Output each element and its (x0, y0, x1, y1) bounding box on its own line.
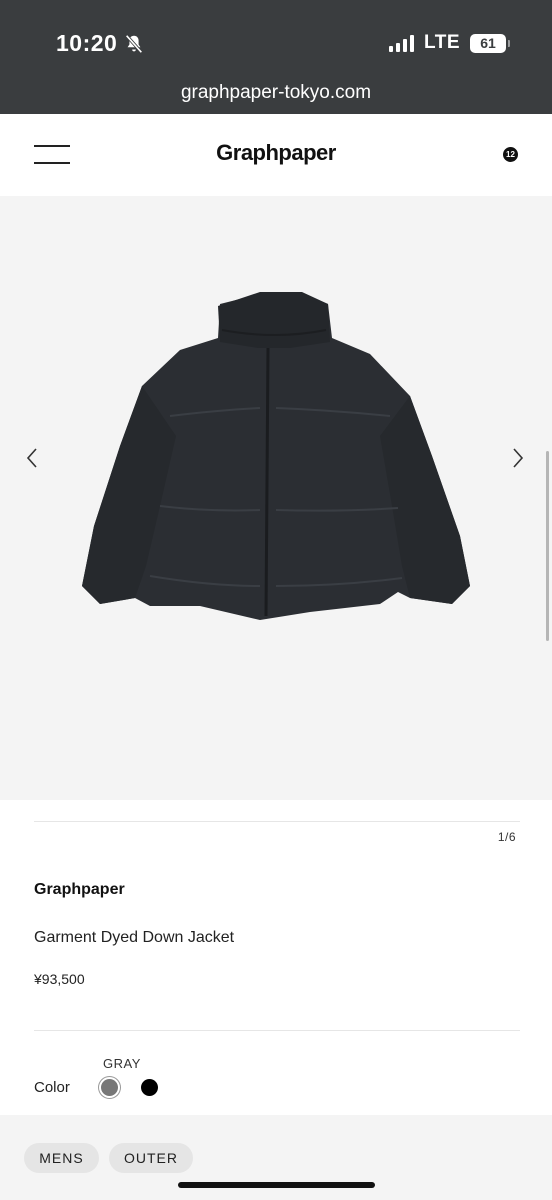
bell-slash-icon (125, 34, 143, 53)
divider (34, 1030, 520, 1031)
battery-icon: 61 (470, 33, 510, 53)
product-name: Garment Dyed Down Jacket (34, 929, 235, 946)
status-time-text: 10:20 (56, 30, 118, 56)
status-time: 10:20 (56, 30, 145, 57)
chevron-right-icon[interactable] (508, 446, 528, 470)
product-brand[interactable]: Graphpaper (34, 881, 125, 899)
selected-color-name: GRAY (103, 1056, 141, 1071)
site-header: Graphpaper 12 (0, 114, 552, 196)
product-image-jacket (82, 292, 470, 620)
product-price: ¥93,500 (34, 971, 85, 987)
network-type: LTE (424, 32, 460, 53)
divider (34, 821, 520, 822)
battery-level: 61 (480, 34, 496, 51)
home-indicator[interactable] (178, 1182, 375, 1188)
tag-mens[interactable]: MENS (24, 1143, 99, 1173)
chevron-left-icon[interactable] (22, 446, 42, 470)
color-swatch-gray[interactable] (101, 1079, 118, 1096)
color-swatch-black[interactable] (141, 1079, 158, 1096)
gallery-counter: 1/6 (497, 830, 516, 844)
signal-icon (389, 34, 415, 52)
cart-count-badge[interactable]: 12 (503, 147, 518, 162)
status-indicators: LTE 61 (389, 32, 510, 54)
address-bar-url[interactable]: graphpaper-tokyo.com (0, 82, 552, 104)
tag-outer[interactable]: OUTER (109, 1143, 193, 1173)
site-logo[interactable]: Graphpaper (0, 140, 552, 166)
product-image-gallery[interactable] (0, 196, 552, 800)
browser-top-bar: 10:20 LTE 61 graphpaper-tokyo.com (0, 0, 552, 114)
page-scrollbar[interactable] (546, 451, 549, 641)
color-label: Color (34, 1079, 70, 1096)
